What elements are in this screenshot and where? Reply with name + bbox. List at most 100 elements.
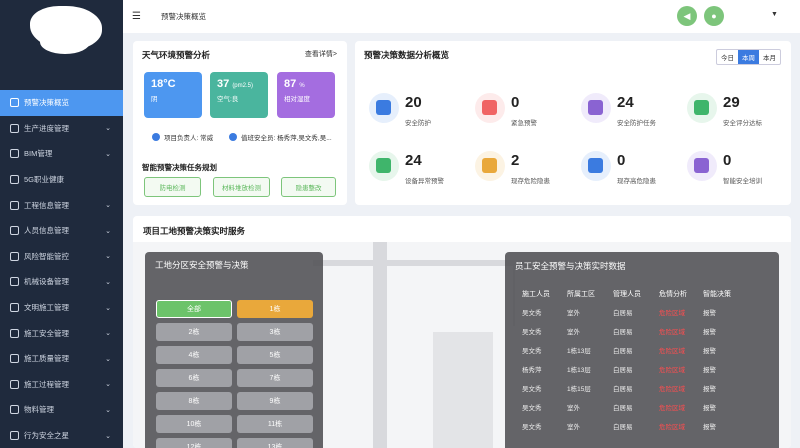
gear-icon [10,277,19,287]
realtime-card-title: 项目工地预警决策实时服务 [143,226,246,236]
zone-button[interactable]: 5栋 [237,346,313,364]
stat-item[interactable]: 0 紧急预警 [475,91,575,131]
table-cell: 1栋13层 [567,348,591,355]
sidebar-item[interactable]: 文明施工管理 ⌄ [0,295,123,321]
stat-label: 现存高危隐患 [617,178,656,185]
sidebar-item[interactable]: 施工安全管理 ⌄ [0,320,123,346]
stat-item[interactable]: 24 设备异常预警 [369,149,469,189]
zone-button[interactable]: 4栋 [156,346,232,364]
hazard-rectify-button[interactable]: 隐患整改 [281,177,336,197]
humidity-unit: % [299,83,305,89]
chevron-down-icon: ⌄ [105,278,111,286]
material-check-button[interactable]: 材料堆放检测 [213,177,270,197]
zone-button[interactable]: 1栋 [237,300,313,318]
zone-button[interactable]: 全部 [156,300,232,318]
stat-icon [687,151,717,181]
sidebar-item[interactable]: 施工质量管理 ⌄ [0,346,123,372]
sidebar-item-label: 人员信息管理 [24,226,69,236]
weather-warning-card: 天气环境预警分析 查看详情> 18°C 阴 37 (pm2.5) 空气:良 87… [133,41,347,205]
sidebar-item[interactable]: 风险智能管控 ⌄ [0,244,123,270]
stat-label: 设备异常预警 [405,178,444,185]
sidebar-item[interactable]: 5G职业健康 [0,167,123,193]
safety-icon [10,328,19,338]
zone-button[interactable]: 7栋 [237,369,313,387]
table-header: 危情分析 [659,291,687,298]
table-cell: 室外 [567,424,580,431]
electric-check-button[interactable]: 防电检测 [144,177,201,197]
task-plan-title: 智能预警决策任务规划 [142,163,217,172]
staff-warning-panel: 员工安全预警与决策实时数据 施工人员 所属工区 管理人员 危情分析 智能决策 吴文秀 室外白… [505,252,779,448]
view-details-link[interactable]: 查看详情> [305,49,337,59]
sidebar-item[interactable]: BIM管理 ⌄ [0,141,123,167]
period-tab[interactable]: 今日 [717,50,738,64]
sidebar-item[interactable]: 工程信息管理 ⌄ [0,192,123,218]
period-selector: 今日 本周 本月 [716,49,781,65]
zone-warning-panel: 工地分区安全预警与决策 全部 1栋 2栋 3栋 4栋 5栋 6栋 7栋 8栋 9栋 10栋 11栋 12… [145,252,323,448]
stat-item[interactable]: 0 现存高危隐患 [581,149,681,189]
table-header: 所属工区 [567,291,595,298]
sidebar-item-label: 文明施工管理 [24,303,69,313]
chevron-down-icon: ⌄ [105,227,111,235]
table-cell: 白居易 [613,348,633,355]
sidebar-item-label: 工程信息管理 [24,200,69,210]
chevron-down-icon: ⌄ [105,432,111,440]
zone-button[interactable]: 11栋 [237,415,313,433]
stat-value: 20 [405,94,422,111]
zone-button[interactable]: 3栋 [237,323,313,341]
sidebar-item[interactable]: 物料管理 ⌄ [0,397,123,423]
humidity-box: 87 % 相对湿度 [277,72,335,118]
stat-icon [475,151,505,181]
table-cell: 报警 [703,386,716,393]
sidebar-item[interactable]: 施工过程管理 ⌄ [0,372,123,398]
table-cell: 杨秀萍 [522,367,542,374]
project-lead-name: 常威 [200,135,214,142]
zone-button[interactable]: 10栋 [156,415,232,433]
stat-item[interactable]: 20 安全防护 [369,91,469,131]
period-tab[interactable]: 本月 [759,50,780,64]
person-icon [229,133,237,141]
table-cell: 危险区域 [659,329,685,336]
stat-label: 安全评分达标 [723,120,762,127]
stat-label: 智能安全培训 [723,178,762,185]
period-tab[interactable]: 本周 [738,50,759,64]
person-icon [152,133,160,141]
sidebar-item-label: 预警决策概览 [24,98,69,108]
document-icon [10,200,19,210]
table-cell: 白居易 [613,367,633,374]
menu-toggle-icon[interactable]: ☰ [132,11,141,22]
table-cell: 报警 [703,329,716,336]
sidebar-item[interactable]: 行为安全之星 ⌄ [0,423,123,448]
chevron-down-icon: ⌄ [105,253,111,261]
zone-button[interactable]: 13栋 [237,438,313,448]
stat-item[interactable]: 29 安全评分达标 [687,91,787,131]
sidebar-item[interactable]: 人员信息管理 ⌄ [0,218,123,244]
quality-icon [10,354,19,364]
stat-icon [687,93,717,123]
zone-button[interactable]: 8栋 [156,392,232,410]
chevron-down-icon: ⌄ [105,125,111,133]
speaker-icon[interactable]: ◀ [677,6,697,26]
sidebar-item-label: 物料管理 [24,405,54,415]
sidebar-item[interactable]: 生产进度管理 ⌄ [0,116,123,142]
decision-card-title: 预警决策数据分析概览 [364,50,450,60]
stat-value: 0 [617,152,626,169]
stat-item[interactable]: 2 现存危险隐患 [475,149,575,189]
stat-item[interactable]: 0 智能安全培训 [687,149,787,189]
sidebar-item[interactable]: 机械设备管理 ⌄ [0,269,123,295]
zone-button[interactable]: 2栋 [156,323,232,341]
sidebar-item-label: 机械设备管理 [24,277,69,287]
decision-overview-card: 预警决策数据分析概览 今日 本周 本月 20 安全防护 0 紧急预警 24 安全防护任务 29 安… [355,41,791,205]
zone-button[interactable]: 6栋 [156,369,232,387]
hazard-rectify-label: 隐患整改 [295,185,322,192]
stat-item[interactable]: 24 安全防护任务 [581,91,681,131]
chevron-down-icon[interactable]: ▼ [771,11,778,18]
table-cell: 报警 [703,348,716,355]
sidebar-item[interactable]: 预警决策概览 [0,90,123,116]
sidebar-item-label: 施工安全管理 [24,328,69,338]
chevron-down-icon: ⌄ [105,304,111,312]
zone-button[interactable]: 9栋 [237,392,313,410]
user-avatar-icon[interactable]: ● [704,6,724,26]
table-cell: 危险区域 [659,405,685,412]
zone-button[interactable]: 12栋 [156,438,232,448]
air-quality-value: 37 [217,78,230,90]
